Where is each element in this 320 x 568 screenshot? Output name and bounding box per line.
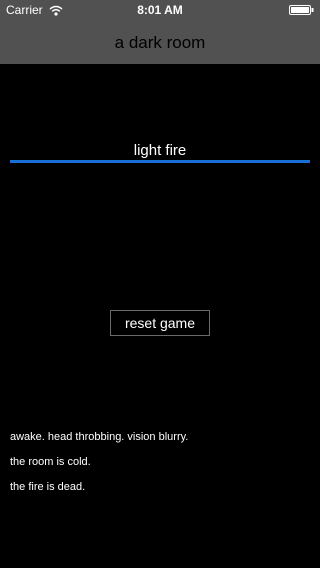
status-bar: Carrier 8:01 AM [0, 0, 320, 20]
page-title: a dark room [114, 33, 206, 52]
log-line: the room is cold. [10, 456, 91, 468]
light-fire-label: light fire [133, 142, 187, 159]
log-line: the fire is dead. [10, 481, 86, 493]
nav-bar: a dark room [0, 20, 320, 64]
battery-full-icon [289, 5, 314, 15]
game-screen: Carrier 8:01 AM a dark room light fire r… [0, 0, 320, 568]
event-log: awake. head throbbing. vision blurry. th… [10, 431, 310, 506]
log-line: awake. head throbbing. vision blurry. [10, 431, 189, 443]
reset-game-button[interactable]: reset game [110, 310, 210, 336]
light-fire-button[interactable]: light fire [10, 138, 310, 164]
light-fire-progress-bar [10, 160, 310, 163]
status-time: 8:01 AM [137, 3, 183, 17]
